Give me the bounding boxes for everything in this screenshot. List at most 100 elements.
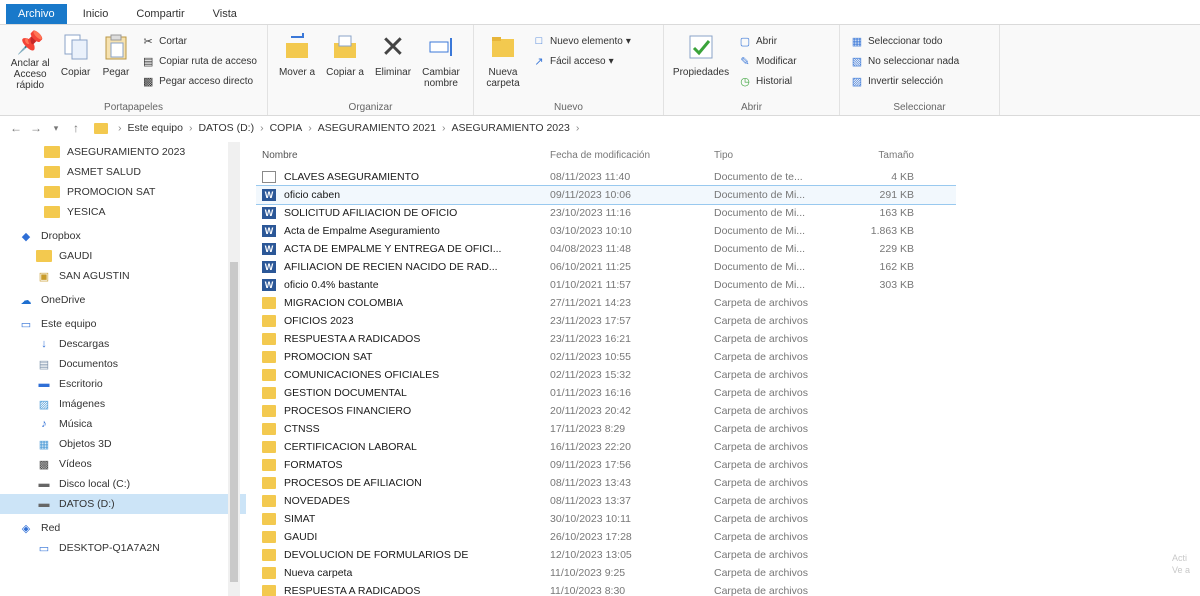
folder-icon bbox=[44, 146, 60, 158]
seleccionar-todo-button[interactable]: ▦ Seleccionar todo bbox=[850, 31, 959, 51]
file-row[interactable]: W SOLICITUD AFILIACION DE OFICIO 23/10/202… bbox=[256, 204, 956, 222]
historial-button[interactable]: ◷ Historial bbox=[738, 71, 797, 91]
file-row[interactable]: Woficio 0.4% bastante 01/10/2021 11:57 Doc… bbox=[256, 276, 956, 294]
file-row[interactable]: CLAVES ASEGURAMIENTO 08/11/2023 11:40 Docu… bbox=[256, 168, 956, 186]
nav-item[interactable]: ◆ Dropbox bbox=[0, 226, 246, 246]
anclar-button[interactable]: 📌 Anclar al Acceso rápido bbox=[6, 29, 54, 92]
nav-item[interactable]: ▬ Disco local (C:) bbox=[0, 474, 246, 494]
nav-item[interactable]: ▨ Imágenes bbox=[0, 394, 246, 414]
file-row[interactable]: GAUDI 26/10/2023 17:28 Carpeta de archivos bbox=[256, 528, 956, 546]
breadcrumb[interactable]: › Este equipo › DATOS (D:) › COPIA › ASE… bbox=[94, 122, 585, 134]
column-header-date[interactable]: Fecha de modificación bbox=[550, 150, 714, 161]
nav-item[interactable]: ▭ DESKTOP-Q1A7A2N bbox=[0, 538, 246, 558]
forward-arrow-icon[interactable]: → bbox=[28, 121, 44, 135]
tab-inicio[interactable]: Inicio bbox=[71, 4, 121, 24]
recent-chevron-icon[interactable]: ▾ bbox=[48, 123, 64, 134]
pegar-acceso-button[interactable]: ▩ Pegar acceso directo bbox=[141, 71, 257, 91]
facil-acceso-label: Fácil acceso bbox=[550, 55, 606, 67]
modificar-button[interactable]: ✎ Modificar bbox=[738, 51, 797, 71]
nav-item[interactable]: PROMOCION SAT bbox=[0, 182, 246, 202]
invert-selection-icon: ▨ bbox=[851, 75, 863, 88]
nav-item[interactable]: ◈ Red bbox=[0, 518, 246, 538]
file-row[interactable]: RESPUESTA A RADICADOS 11/10/2023 8:30 Carp… bbox=[256, 582, 956, 596]
copiar-button[interactable]: Copiar bbox=[56, 29, 94, 91]
eliminar-button[interactable]: ✕ Eliminar bbox=[370, 29, 416, 91]
nav-scrollbar-thumb[interactable] bbox=[230, 262, 238, 582]
column-header-type[interactable]: Tipo bbox=[714, 150, 844, 161]
file-row[interactable]: MIGRACION COLOMBIA 27/11/2021 14:23 Carpet… bbox=[256, 294, 956, 312]
file-row[interactable]: CTNSS 17/11/2023 8:29 Carpeta de archivos bbox=[256, 420, 956, 438]
back-arrow-icon[interactable]: ← bbox=[8, 121, 24, 135]
mover-button[interactable]: Mover a bbox=[274, 29, 320, 91]
nav-item[interactable]: ▬ DATOS (D:) bbox=[0, 494, 246, 514]
nav-item[interactable]: GAUDI bbox=[0, 246, 246, 266]
file-row[interactable]: SIMAT 30/10/2023 10:11 Carpeta de archivos bbox=[256, 510, 956, 528]
nav-item[interactable]: ▭ Este equipo bbox=[0, 314, 246, 334]
invertir-seleccion-button[interactable]: ▨ Invertir selección bbox=[850, 71, 959, 91]
cortar-button[interactable]: ✂ Cortar bbox=[141, 31, 257, 51]
file-row[interactable]: W ACTA DE EMPALME Y ENTREGA DE OFICI... 04… bbox=[256, 240, 956, 258]
copiar-ruta-button[interactable]: ▤ Copiar ruta de acceso bbox=[141, 51, 257, 71]
breadcrumb-item[interactable]: ASEGURAMIENTO 2023 bbox=[452, 122, 570, 134]
file-row[interactable]: PROCESOS DE AFILIACION 08/11/2023 13:43 Ca… bbox=[256, 474, 956, 492]
file-row[interactable]: GESTION DOCUMENTAL 01/11/2023 16:16 Carpet… bbox=[256, 384, 956, 402]
cambiar-nombre-button[interactable]: Cambiar nombre bbox=[418, 29, 464, 91]
mover-label: Mover a bbox=[278, 67, 316, 78]
seleccionar-nada-button[interactable]: ▧ No seleccionar nada bbox=[850, 51, 959, 71]
file-row[interactable]: Nueva carpeta 11/10/2023 9:25 Carpeta de a… bbox=[256, 564, 956, 582]
file-row[interactable]: W AFILIACION DE RECIEN NACIDO DE RAD... 06… bbox=[256, 258, 956, 276]
folder-icon bbox=[262, 405, 276, 417]
file-type: Carpeta de archivos bbox=[714, 369, 808, 381]
file-row[interactable]: FORMATOS 09/11/2023 17:56 Carpeta de archi… bbox=[256, 456, 956, 474]
pegar-button[interactable]: Pegar bbox=[97, 29, 135, 91]
nav-item[interactable]: ASMET SALUD bbox=[0, 162, 246, 182]
nueva-carpeta-button[interactable]: Nueva carpeta bbox=[480, 29, 526, 91]
breadcrumb-item[interactable]: ASEGURAMIENTO 2021 bbox=[318, 122, 436, 134]
breadcrumb-item[interactable]: COPIA bbox=[270, 122, 303, 134]
tab-vista[interactable]: Vista bbox=[201, 4, 249, 24]
file-row[interactable]: Woficio caben 09/11/2023 10:06 Documento d… bbox=[256, 185, 956, 205]
file-row[interactable]: RESPUESTA A RADICADOS 23/11/2023 16:21 Car… bbox=[256, 330, 956, 348]
nav-item[interactable]: YESICA bbox=[0, 202, 246, 222]
tab-compartir[interactable]: Compartir bbox=[124, 4, 196, 24]
nav-item[interactable]: ASEGURAMIENTO 2023 bbox=[0, 142, 246, 162]
folder-icon bbox=[262, 369, 276, 381]
nav-item[interactable]: ▩ Vídeos bbox=[0, 454, 246, 474]
file-row[interactable]: DEVOLUCION DE FORMULARIOS DE 12/10/2023 1… bbox=[256, 546, 956, 564]
file-row[interactable]: CERTIFICACION LABORAL 16/11/2023 22:20 Car… bbox=[256, 438, 956, 456]
nav-item[interactable]: ▦ Objetos 3D bbox=[0, 434, 246, 454]
nav-item[interactable]: ☁ OneDrive bbox=[0, 290, 246, 310]
column-header-size[interactable]: Tamaño bbox=[844, 150, 914, 161]
up-arrow-icon[interactable]: ↑ bbox=[68, 121, 84, 135]
facil-acceso-button[interactable]: ↗ Fácil acceso ▾ bbox=[532, 51, 631, 71]
nuevo-elemento-button[interactable]: □ Nuevo elemento ▾ bbox=[532, 31, 631, 51]
propiedades-button[interactable]: Propiedades bbox=[670, 29, 732, 91]
file-row[interactable]: OFICIOS 2023 23/11/2023 17:57 Carpeta de a… bbox=[256, 312, 956, 330]
file-name-cell: Nueva carpeta bbox=[256, 567, 550, 579]
nav-item[interactable]: ▬ Escritorio bbox=[0, 374, 246, 394]
word-document-icon: W bbox=[262, 225, 276, 237]
breadcrumb-item[interactable]: Este equipo bbox=[128, 122, 183, 134]
modificar-label: Modificar bbox=[756, 55, 797, 67]
breadcrumb-item[interactable]: DATOS (D:) bbox=[198, 122, 254, 134]
file-date: 03/10/2023 10:10 bbox=[550, 225, 632, 237]
nav-item[interactable]: ↓ Descargas bbox=[0, 334, 246, 354]
abrir-button[interactable]: ▢ Abrir bbox=[738, 31, 797, 51]
copy-to-icon bbox=[329, 31, 361, 63]
nav-item[interactable]: ▤ Documentos bbox=[0, 354, 246, 374]
file-name-cell: W Acta de Empalme Aseguramiento bbox=[256, 225, 550, 237]
nav-item[interactable]: ▣ SAN AGUSTIN bbox=[0, 266, 246, 286]
file-row[interactable]: NOVEDADES 08/11/2023 13:37 Carpeta de arch… bbox=[256, 492, 956, 510]
chevron-down-icon: ▾ bbox=[625, 35, 631, 47]
column-header-name[interactable]: Nombre bbox=[256, 150, 550, 161]
file-row[interactable]: COMUNICACIONES OFICIALES 02/11/2023 15:32… bbox=[256, 366, 956, 384]
nav-item[interactable]: ♪ Música bbox=[0, 414, 246, 434]
nav-item-label: GAUDI bbox=[59, 250, 93, 262]
tab-archivo[interactable]: Archivo bbox=[6, 4, 67, 24]
nav-item-label: DATOS (D:) bbox=[59, 498, 115, 510]
copiar-a-button[interactable]: Copiar a bbox=[322, 29, 368, 91]
file-row[interactable]: PROCESOS FINANCIERO 20/11/2023 20:42 Carpe… bbox=[256, 402, 956, 420]
cambiar-nombre-label: Cambiar nombre bbox=[422, 67, 460, 89]
file-row[interactable]: PROMOCION SAT 02/11/2023 10:55 Carpeta de … bbox=[256, 348, 956, 366]
file-row[interactable]: W Acta de Empalme Aseguramiento 03/10/2023… bbox=[256, 222, 956, 240]
